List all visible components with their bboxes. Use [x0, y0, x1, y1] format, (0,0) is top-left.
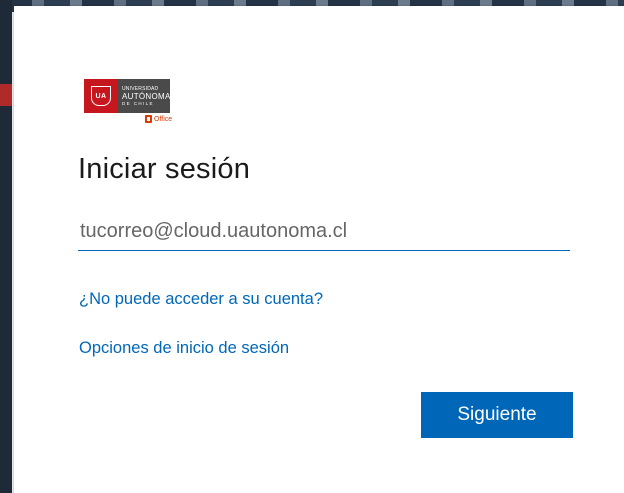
logo-text-block: UNIVERSIDAD AUTÓNOMA DE CHILE [118, 79, 170, 113]
page-title: Iniciar sesión [78, 153, 251, 185]
office-icon [145, 115, 152, 123]
signin-card: UA UNIVERSIDAD AUTÓNOMA DE CHILE Office … [14, 6, 624, 493]
university-logo: UA UNIVERSIDAD AUTÓNOMA DE CHILE Office [84, 79, 184, 127]
logo-red-block: UA [84, 79, 118, 113]
logo-line-3: DE CHILE [122, 100, 154, 106]
email-field[interactable] [78, 213, 570, 251]
office-brand: Office [145, 115, 172, 123]
signin-options-link[interactable]: Opciones de inicio de sesión [79, 339, 289, 358]
office-label: Office [154, 115, 173, 123]
background-left-edge [0, 0, 12, 493]
logo-line-2: AUTÓNOMA [122, 91, 171, 101]
next-button[interactable]: Siguiente [421, 392, 573, 438]
cant-access-account-link[interactable]: ¿No puede acceder a su cuenta? [79, 290, 323, 309]
university-crest-icon: UA [91, 86, 111, 106]
